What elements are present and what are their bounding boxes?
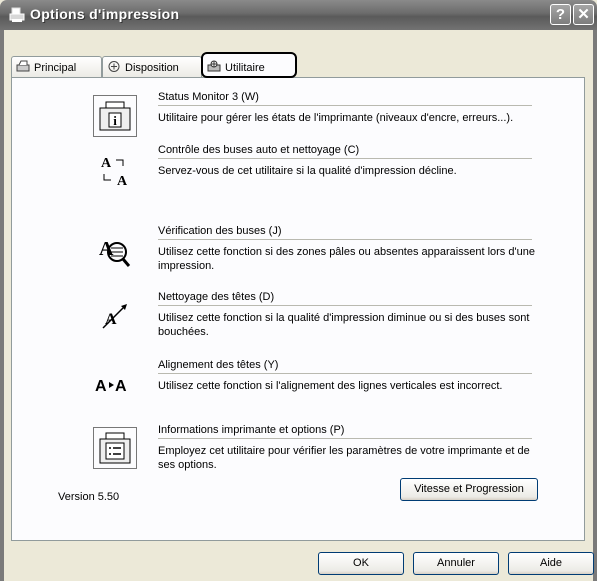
utility-name: Alignement des têtes (Y) (158, 359, 532, 374)
speed-progress-button[interactable]: Vitesse et Progression (400, 478, 538, 501)
close-button[interactable]: ✕ (573, 4, 594, 25)
tab-principal[interactable]: Principal (11, 56, 102, 77)
auto-nozzle-icon: A A (101, 156, 128, 189)
tab-utilitaire-label: Utilitaire (225, 62, 265, 74)
tab-utilitaire[interactable]: Utilitaire (201, 52, 297, 78)
printer-icon (9, 7, 25, 22)
svg-text:A: A (99, 238, 114, 260)
tab-disposition-label: Disposition (125, 62, 179, 74)
printer-info-button[interactable] (93, 427, 137, 469)
utility-description: Utilitaire pour gérer les états de l'imp… (158, 112, 514, 124)
help-title-button[interactable]: ? (550, 4, 571, 25)
disposition-tab-icon (108, 61, 120, 72)
svg-text:i: i (113, 113, 117, 128)
nozzle-check-icon: A (99, 238, 131, 267)
utility-description: Utilisez cette fonction si la qualité d'… (158, 312, 530, 338)
version-label: Version 5.50 (58, 491, 120, 503)
svg-text:A: A (117, 174, 128, 189)
svg-text:A: A (95, 378, 107, 395)
window-frame-right (593, 30, 597, 581)
utility-name: Nettoyage des têtes (D) (158, 291, 532, 306)
utility-description: Utilisez cette fonction si l'alignement … (158, 380, 503, 392)
print-options-dialog: Options d'impression ? ✕ Principal Dispo… (0, 0, 597, 581)
tab-disposition[interactable]: Disposition (102, 56, 202, 77)
head-cleaning-icon: A (102, 304, 127, 329)
status-monitor-button[interactable]: i (93, 95, 137, 137)
title-bar: Options d'impression ? ✕ (0, 0, 597, 30)
window-frame-left (0, 30, 4, 581)
cancel-button[interactable]: Annuler (413, 552, 499, 575)
head-cleaning-button[interactable]: A (93, 296, 137, 338)
tab-principal-label: Principal (34, 62, 77, 74)
status-monitor-icon: i (99, 101, 131, 131)
utility-description: Employez cet utilitaire pour vérifier le… (158, 445, 530, 471)
nozzle-check-button[interactable]: A (93, 230, 137, 272)
ok-button[interactable]: OK (318, 552, 404, 575)
principal-tab-icon (16, 60, 30, 72)
window-title: Options d'impression (30, 6, 180, 22)
utility-name: Contrôle des buses auto et nettoyage (C) (158, 144, 532, 159)
utility-name: Vérification des buses (J) (158, 225, 532, 240)
utility-name: Status Monitor 3 (W) (158, 91, 532, 106)
head-alignment-button[interactable]: A A (93, 365, 137, 407)
svg-text:A: A (115, 378, 127, 395)
utility-description: Utilisez cette fonction si des zones pâl… (158, 246, 535, 272)
help-button[interactable]: Aide (508, 552, 594, 575)
head-alignment-icon: A A (95, 378, 127, 395)
utility-description: Servez-vous de cet utilitaire si la qual… (158, 165, 457, 177)
printer-info-icon (99, 432, 131, 464)
utilitaire-panel: i Status Monitor 3 (W) Utilitaire pour g… (11, 77, 585, 541)
utilitaire-tab-icon (207, 60, 221, 72)
auto-nozzle-button[interactable]: A A (93, 150, 137, 192)
utility-name: Informations imprimante et options (P) (158, 424, 532, 439)
svg-text:A: A (101, 156, 112, 171)
